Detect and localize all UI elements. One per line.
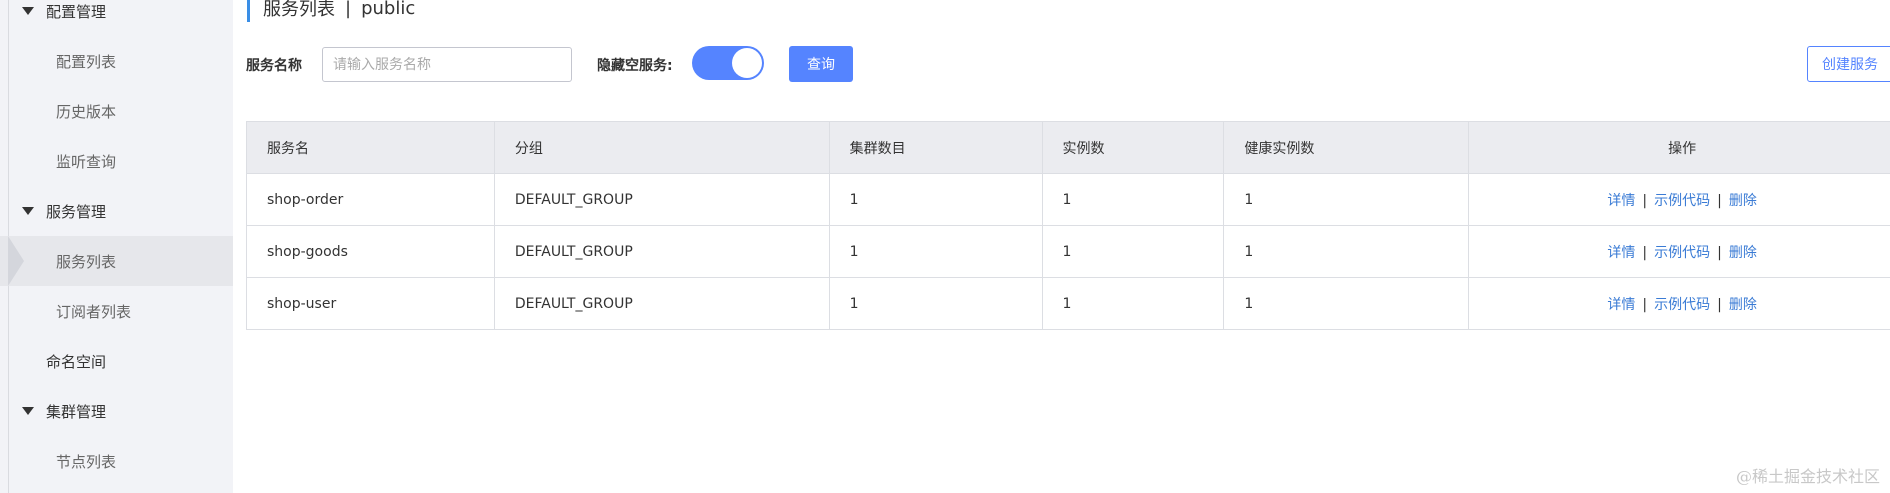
sidebar-item-config-list[interactable]: 配置列表 <box>0 36 233 86</box>
sidebar-item-label: 服务管理 <box>46 202 107 221</box>
create-service-button[interactable]: 创建服务 <box>1807 46 1890 82</box>
service-name-cell: shop-user <box>246 277 495 330</box>
action-separator: | <box>1717 192 1722 209</box>
namespace-name: public <box>361 0 416 19</box>
service-table: 服务名 分组 集群数目 实例数 健康实例数 操作 shop-order DEFA… <box>246 121 1890 330</box>
sidebar-item-label: 命名空间 <box>46 352 107 371</box>
service-name-cell: shop-order <box>246 173 495 226</box>
watermark: @稀土掘金技术社区 <box>1735 467 1880 486</box>
sidebar-item-label: 配置列表 <box>56 52 117 71</box>
table-row: shop-order DEFAULT_GROUP 1 1 1 详情 | 示例代码 | 删… <box>246 173 1890 226</box>
instance-count-cell: 1 <box>1041 225 1225 278</box>
column-header-instance-count: 实例数 <box>1041 121 1225 174</box>
action-separator: | <box>1642 244 1648 261</box>
sidebar-item-label: 配置管理 <box>46 2 107 21</box>
group-cell: DEFAULT_GROUP <box>493 173 830 226</box>
sidebar-item-history-versions[interactable]: 历史版本 <box>0 86 233 136</box>
caret-down-icon <box>22 207 34 215</box>
healthy-instance-count-cell: 1 <box>1223 225 1470 278</box>
action-separator: | <box>1642 296 1648 313</box>
column-header-cluster-count: 集群数目 <box>828 121 1043 174</box>
detail-link[interactable]: 详情 <box>1607 297 1635 313</box>
table-header-row: 服务名 分组 集群数目 实例数 健康实例数 操作 <box>246 121 1890 174</box>
cluster-count-cell: 1 <box>828 277 1043 330</box>
detail-link[interactable]: 详情 <box>1607 193 1635 209</box>
action-separator: | <box>1642 192 1648 209</box>
caret-down-icon <box>22 7 34 15</box>
service-name-label: 服务名称 <box>246 58 302 74</box>
service-name-input[interactable] <box>322 47 572 82</box>
sidebar-item-label: 集群管理 <box>46 402 107 421</box>
delete-link[interactable]: 删除 <box>1729 297 1757 313</box>
sidebar-item-service-list[interactable]: 服务列表 <box>0 236 233 286</box>
toggle-knob <box>732 48 762 78</box>
actions-cell: 详情 | 示例代码 | 删除 <box>1468 277 1890 330</box>
instance-count-cell: 1 <box>1041 277 1225 330</box>
table-row: shop-goods DEFAULT_GROUP 1 1 1 详情 | 示例代码 | 删… <box>246 225 1890 278</box>
query-button[interactable]: 查询 <box>789 46 853 82</box>
page-title-text: 服务列表 <box>263 0 335 20</box>
page-title: 服务列表 | public <box>247 0 415 22</box>
title-separator: | <box>345 0 352 19</box>
main-content: 服务列表 | public 服务名称 隐藏空服务: 查询 创建服务 服务名 分组… <box>233 0 1890 493</box>
delete-link[interactable]: 删除 <box>1729 193 1757 209</box>
sidebar-item-label: 服务列表 <box>56 252 117 271</box>
hide-empty-services-label: 隐藏空服务: <box>597 58 673 74</box>
sample-code-link[interactable]: 示例代码 <box>1654 193 1710 209</box>
cluster-count-cell: 1 <box>828 225 1043 278</box>
actions-cell: 详情 | 示例代码 | 删除 <box>1468 225 1890 278</box>
table-row: shop-user DEFAULT_GROUP 1 1 1 详情 | 示例代码 | 删除 <box>246 277 1890 330</box>
sidebar-item-namespace[interactable]: 命名空间 <box>0 336 233 386</box>
healthy-instance-count-cell: 1 <box>1223 173 1470 226</box>
column-header-actions: 操作 <box>1468 121 1890 174</box>
instance-count-cell: 1 <box>1041 173 1225 226</box>
sidebar-item-label: 监听查询 <box>56 152 117 171</box>
group-cell: DEFAULT_GROUP <box>493 225 830 278</box>
sidebar-item-subscriber-list[interactable]: 订阅者列表 <box>0 286 233 336</box>
caret-down-icon <box>22 407 34 415</box>
sidebar-item-node-list[interactable]: 节点列表 <box>0 436 233 486</box>
actions-cell: 详情 | 示例代码 | 删除 <box>1468 173 1890 226</box>
group-cell: DEFAULT_GROUP <box>493 277 830 330</box>
hide-empty-services-toggle[interactable] <box>692 46 764 80</box>
action-separator: | <box>1717 296 1722 313</box>
sidebar-item-label: 节点列表 <box>56 452 117 471</box>
sidebar-item-cluster-management[interactable]: 集群管理 <box>0 386 233 436</box>
healthy-instance-count-cell: 1 <box>1223 277 1470 330</box>
column-header-service-name: 服务名 <box>246 121 495 174</box>
sidebar-item-listener-query[interactable]: 监听查询 <box>0 136 233 186</box>
sidebar-item-label: 历史版本 <box>56 102 117 121</box>
column-header-healthy-instance-count: 健康实例数 <box>1223 121 1470 174</box>
detail-link[interactable]: 详情 <box>1607 245 1635 261</box>
sidebar: 配置管理 配置列表 历史版本 监听查询 服务管理 服务列表 订阅者列表 命名空间… <box>0 0 233 493</box>
action-separator: | <box>1717 244 1722 261</box>
sample-code-link[interactable]: 示例代码 <box>1654 245 1710 261</box>
sample-code-link[interactable]: 示例代码 <box>1654 297 1710 313</box>
cluster-count-cell: 1 <box>828 173 1043 226</box>
column-header-group: 分组 <box>493 121 830 174</box>
service-name-cell: shop-goods <box>246 225 495 278</box>
sidebar-item-service-management[interactable]: 服务管理 <box>0 186 233 236</box>
sidebar-item-label: 订阅者列表 <box>56 302 132 321</box>
sidebar-item-config-management[interactable]: 配置管理 <box>0 0 233 36</box>
delete-link[interactable]: 删除 <box>1729 245 1757 261</box>
